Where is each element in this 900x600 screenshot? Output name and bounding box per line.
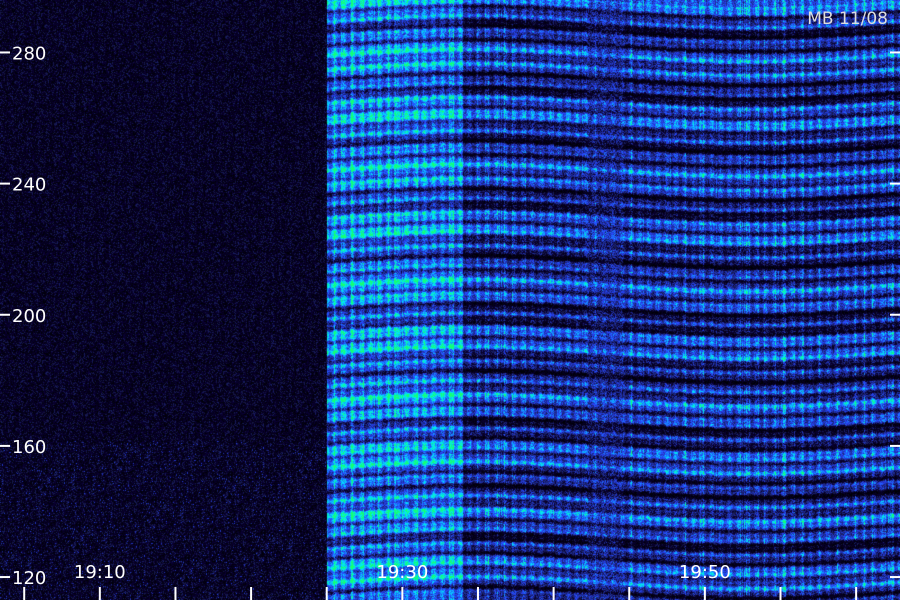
y-tick-label: 200 [12, 306, 46, 327]
y-tick-label: 160 [12, 437, 46, 458]
x-tick-label: 19:10 [74, 562, 126, 583]
y-axis: 120 160 200 240 280 [0, 43, 900, 589]
y-tick-label: 280 [12, 43, 46, 64]
chart-overlay: 120 160 200 240 280 19:10 19:30 19:50 MB 11/08 [0, 9, 900, 600]
y-tick-label: 240 [12, 175, 46, 196]
y-tick-label: 120 [12, 568, 46, 589]
x-tick-label: 19:30 [376, 562, 428, 583]
x-axis: 19:10 19:30 19:50 [23, 562, 858, 600]
x-tick-label: 19:50 [679, 562, 731, 583]
station-label: MB 11/08 [807, 9, 888, 29]
